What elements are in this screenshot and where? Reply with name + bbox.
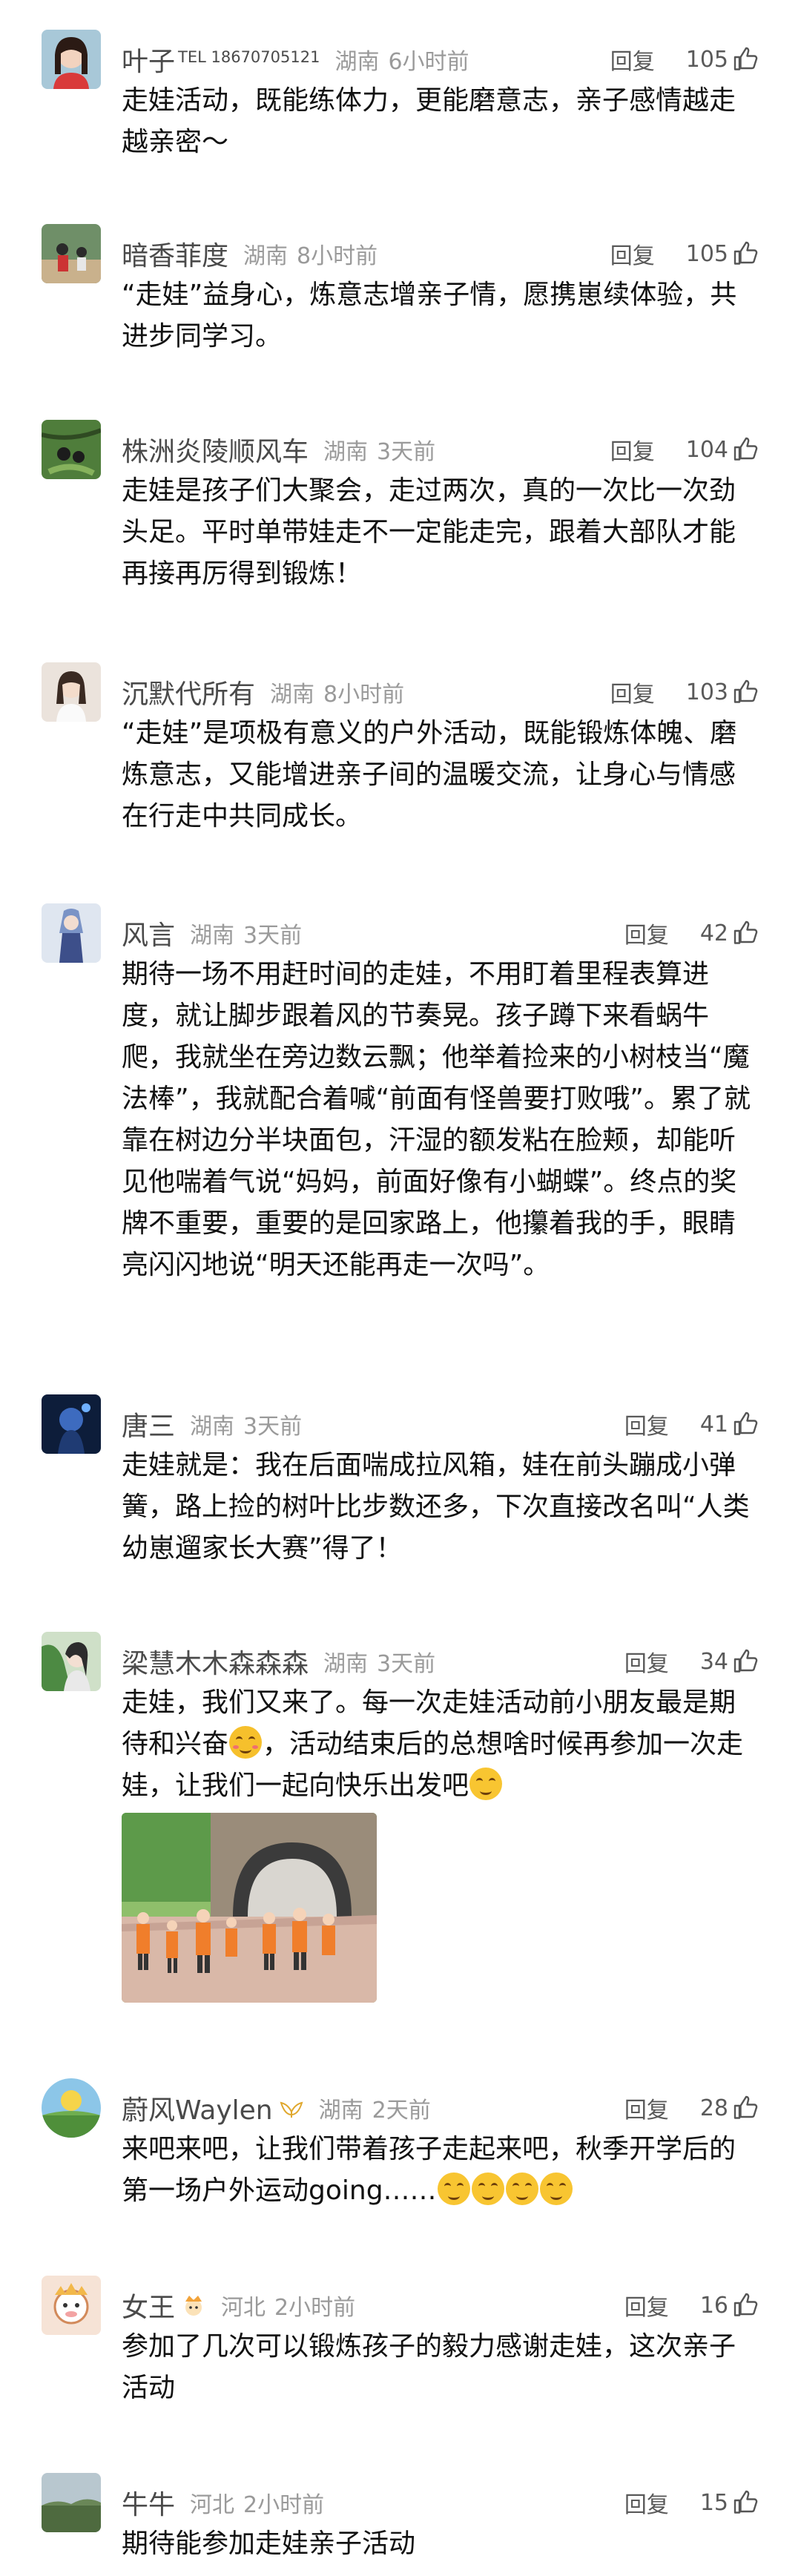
avatar[interactable] [42,2276,101,2335]
location: 湖南 [323,439,369,465]
salute-emoji [471,2173,504,2205]
reply-button[interactable]: 回复 [624,1408,669,1440]
location: 湖南 [190,1414,235,1440]
thumb-up-icon[interactable] [733,679,759,705]
user-tag: TEL 18670705121 [178,48,320,66]
user-name[interactable]: 牛牛 [122,2483,175,2522]
timestamp: 2天前 [372,2098,431,2124]
timestamp: 3天前 [243,1414,303,1440]
thumb-up-icon[interactable] [733,2095,759,2121]
location: 湖南 [190,923,235,949]
comment-text: “走娃”是项极有意义的户外活动，既能锻炼体魄、磨炼意志，又能增进亲子间的温暖交流… [122,718,737,831]
thumb-up-icon[interactable] [733,2292,759,2319]
comment-text: 走娃活动，既能练体力，更能磨意志，亲子感情越走越亲密～ [122,85,736,157]
timestamp: 2小时前 [274,2295,356,2321]
location: 湖南 [334,49,380,75]
like-count: 105 [685,46,728,73]
user-name[interactable]: 唐三 [122,1405,175,1443]
like-count: 104 [685,436,728,463]
thumb-up-icon[interactable] [733,1411,759,1437]
user-name[interactable]: 株洲炎陵顺风车 [122,430,309,469]
user-name[interactable]: 风言 [122,914,175,952]
reply-button[interactable]: 回复 [610,433,655,466]
location: 湖南 [270,682,315,708]
avatar[interactable] [42,420,101,479]
user-name[interactable]: 蔚风Waylen [122,2089,273,2127]
reply-button[interactable]: 回复 [624,2486,669,2519]
user-name[interactable]: 沉默代所有 [122,673,255,711]
location: 湖南 [318,2098,363,2124]
reply-button[interactable]: 回复 [610,676,655,708]
comment-text-part: 来吧来吧，让我们带着孩子走起来吧，秋季开学后的第一场户外运动going…… [122,2134,736,2206]
comment-text: 来吧来吧，让我们带着孩子走起来吧，秋季开学后的第一场户外运动going…… [122,2129,759,2212]
location: 湖南 [323,1651,369,1677]
thumb-up-icon[interactable] [733,920,759,946]
timestamp: 2小时前 [243,2492,325,2518]
reply-button[interactable]: 回复 [624,2289,669,2322]
comment-text: 参加了几次可以锻炼孩子的毅力感谢走娃，这次亲子活动 [122,2331,736,2403]
timestamp: 3天前 [377,1651,436,1677]
crown-icon [181,2293,206,2318]
avatar[interactable] [42,662,101,722]
comment-photo[interactable] [122,1813,377,2003]
timestamp: 3天前 [243,923,303,949]
reply-button[interactable]: 回复 [624,1645,669,1678]
user-name[interactable]: 叶子 [122,40,175,79]
location: 湖南 [243,243,289,269]
reply-button[interactable]: 回复 [624,917,669,949]
thumb-up-icon[interactable] [733,2489,759,2516]
avatar[interactable] [42,2473,101,2532]
thumb-up-icon[interactable] [733,1648,759,1675]
timestamp: 8小时前 [297,243,378,269]
user-name[interactable]: 梁慧木木森森森 [122,1642,309,1681]
reply-button[interactable]: 回复 [610,237,655,270]
reply-button[interactable]: 回复 [610,43,655,76]
like-count: 16 [699,2292,728,2319]
wings-icon [279,2097,304,2119]
location: 河北 [221,2295,266,2321]
salute-emoji [505,2173,538,2205]
avatar[interactable] [42,224,101,283]
avatar[interactable] [42,30,101,89]
timestamp: 3天前 [377,439,436,465]
avatar[interactable] [42,1394,101,1454]
like-count: 42 [699,920,728,946]
avatar[interactable] [42,1632,101,1691]
timestamp: 6小时前 [388,49,469,75]
avatar[interactable] [42,2078,101,2138]
location: 河北 [190,2492,235,2518]
comment-text: 走娃就是：我在后面喘成拉风箱，娃在前头蹦成小弹簧，路上捡的树叶比步数还多，下次直… [122,1450,750,1564]
smile-emoji [469,1768,503,1800]
avatar[interactable] [42,903,101,963]
like-count: 105 [685,240,728,267]
user-name[interactable]: 女王 [122,2286,175,2325]
thumb-up-icon[interactable] [733,436,759,463]
user-name[interactable]: 暗香菲度 [122,234,228,273]
reply-button[interactable]: 回复 [624,2092,669,2124]
timestamp: 8小时前 [323,682,405,708]
smiling-hearts-emoji [229,1726,263,1759]
like-count: 103 [685,679,728,705]
comment-text: 期待能参加走娃亲子活动 [122,2529,416,2559]
comment-text: 期待一场不用赶时间的走娃，不用盯着里程表算进度，就让脚步跟着风的节奏晃。孩子蹲下… [122,959,751,1280]
comment-text: “走娃”益身心，炼意志增亲子情，愿携崽续体验，共进步同学习。 [122,280,737,352]
comment-text: 走娃，我们又来了。每一次走娃活动前小朋友最是期待和兴奋 ，活动结束后的总想啥时候再… [122,1682,759,1807]
salute-emoji [437,2173,470,2205]
like-count: 41 [699,1411,728,1437]
salute-emoji [539,2173,573,2205]
thumb-up-icon[interactable] [733,46,759,73]
like-count: 34 [699,1648,728,1675]
like-count: 15 [699,2489,728,2516]
comment-text: 走娃是孩子们大聚会，走过两次，真的一次比一次劲头足。平时单带娃走不一定能走完，跟… [122,475,736,589]
thumb-up-icon[interactable] [733,240,759,267]
like-count: 28 [699,2095,728,2121]
